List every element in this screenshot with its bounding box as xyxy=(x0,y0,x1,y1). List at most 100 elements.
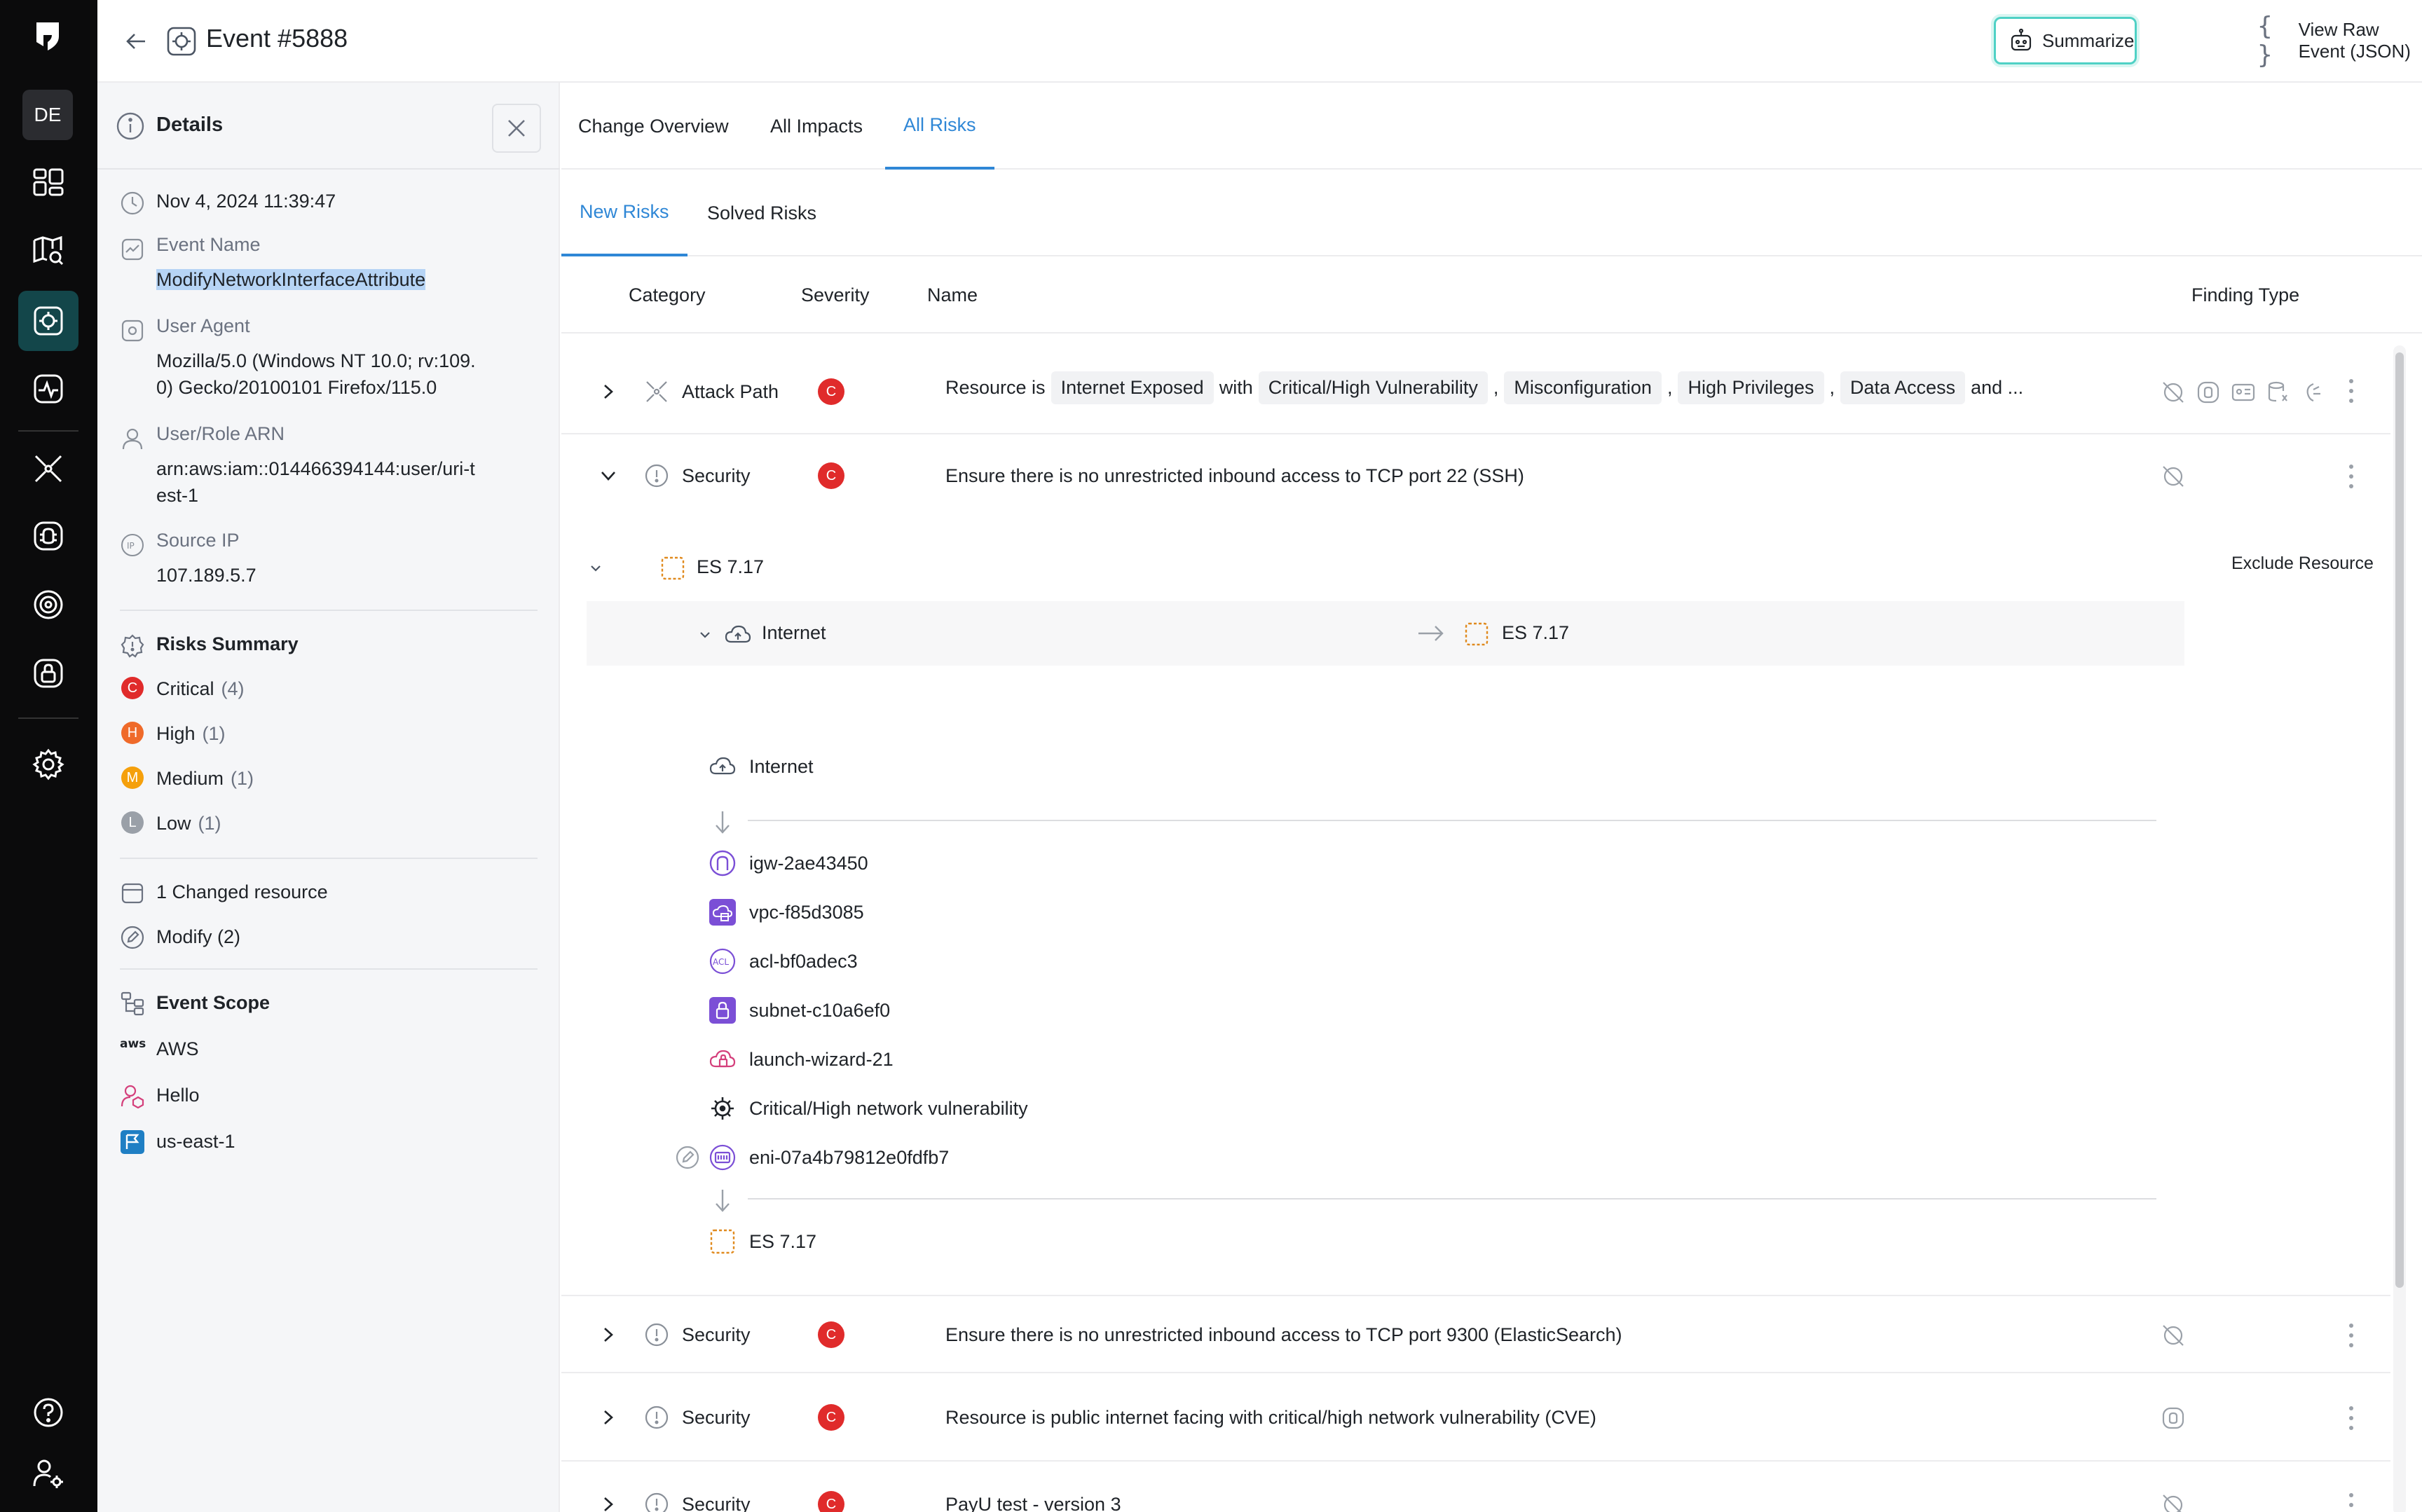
critical-badge: C xyxy=(121,677,144,699)
chevron-right-icon[interactable] xyxy=(598,1407,619,1428)
table-row[interactable]: Security C Resource is public internet f… xyxy=(561,1373,2390,1462)
expanded-risk-detail: ES 7.17 Exclude Resource Internet ES 7.1… xyxy=(561,524,2390,1296)
col-finding-type[interactable]: Finding Type xyxy=(2191,284,2299,306)
internet-gateway-icon xyxy=(709,850,736,877)
activity-nav-icon[interactable] xyxy=(18,359,78,419)
misconfig-icon xyxy=(2163,466,2184,487)
scope-region: us-east-1 xyxy=(156,1131,235,1152)
expanded-resource-name[interactable]: ES 7.17 xyxy=(697,556,764,578)
tab-change-overview[interactable]: Change Overview xyxy=(578,83,729,170)
summarize-label: Summarize xyxy=(2042,29,2135,51)
path-step[interactable]: ES 7.17 xyxy=(709,1228,816,1256)
row-name: Ensure there is no unrestricted inbound … xyxy=(945,465,1524,486)
view-raw-json-button[interactable]: { } View Raw Event (JSON) xyxy=(2257,12,2422,69)
path-step[interactable]: subnet-c10a6ef0 xyxy=(709,996,890,1024)
table-row[interactable]: Security C Ensure there is no unrestrict… xyxy=(561,1296,2390,1373)
settings-nav-icon[interactable] xyxy=(18,734,78,795)
row-category: Security xyxy=(682,1324,751,1345)
brand-logo-icon[interactable] xyxy=(31,18,66,53)
braces-icon: { } xyxy=(2257,12,2273,69)
row-name: PayU test - version 3 xyxy=(945,1494,1121,1512)
tab-solved-risks[interactable]: Solved Risks xyxy=(707,170,816,256)
user-agent-icon xyxy=(121,319,144,342)
lock-nav-icon[interactable] xyxy=(18,643,78,703)
table-row[interactable]: Security C PayU test - version 3 xyxy=(561,1462,2390,1512)
risk-badge-icon xyxy=(121,634,144,658)
arrow-right-icon xyxy=(1418,626,1444,641)
close-icon xyxy=(508,120,525,137)
path-step[interactable]: vpc-f85d3085 xyxy=(709,898,864,926)
account-icon xyxy=(121,1085,144,1108)
event-timestamp: Nov 4, 2024 11:39:47 xyxy=(156,191,336,212)
finding-type-icons xyxy=(2161,1406,2186,1431)
summarize-button[interactable]: Summarize xyxy=(1994,17,2137,64)
back-button[interactable] xyxy=(118,24,153,59)
warning-circle-icon xyxy=(645,464,669,488)
severity-critical-badge: C xyxy=(818,378,844,405)
tab-new-risks[interactable]: New Risks xyxy=(561,170,687,256)
chevron-right-icon[interactable] xyxy=(598,1494,619,1512)
details-title: Details xyxy=(156,114,224,136)
exclude-resource-button[interactable]: Exclude Resource xyxy=(2231,554,2374,574)
col-name[interactable]: Name xyxy=(927,284,978,306)
events-nav-icon[interactable] xyxy=(18,291,78,351)
shield-scan-nav-icon[interactable] xyxy=(18,575,78,635)
chip-internet-exposed: Internet Exposed xyxy=(1051,371,1214,404)
cloud-icon xyxy=(725,625,751,643)
chevron-right-icon[interactable] xyxy=(598,1324,619,1345)
row-menu-icon[interactable] xyxy=(2346,1321,2357,1349)
user-avatar[interactable]: DE xyxy=(22,90,73,140)
user-arn-line1: arn:aws:iam::014466394144:user/uri-t xyxy=(156,458,475,479)
chevron-down-icon[interactable] xyxy=(598,465,619,486)
path-step[interactable]: igw-2ae43450 xyxy=(709,849,868,877)
scrollbar-thumb[interactable] xyxy=(2395,352,2404,1288)
path-step[interactable]: launch-wizard-21 xyxy=(709,1045,894,1073)
table-row[interactable]: Security C Ensure there is no unrestrict… xyxy=(561,434,2390,524)
path-step[interactable]: Critical/High network vulnerability xyxy=(709,1094,1028,1122)
cloud-icon xyxy=(709,757,736,775)
warning-circle-icon xyxy=(645,1406,669,1429)
user-agent-label: User Agent xyxy=(156,315,250,336)
finding-type-icons xyxy=(2161,464,2186,489)
event-name-icon xyxy=(121,238,144,261)
row-menu-icon[interactable] xyxy=(2346,1404,2357,1432)
box-icon xyxy=(121,883,144,904)
svg-text:ACL: ACL xyxy=(713,957,729,967)
identity-icon xyxy=(2231,383,2255,401)
chevron-right-icon[interactable] xyxy=(598,381,619,402)
attack-path-nav-icon[interactable] xyxy=(18,439,78,499)
attack-path-icon xyxy=(646,381,667,402)
row-menu-icon[interactable] xyxy=(2346,1491,2357,1512)
chip-vulnerability: Critical/High Vulnerability xyxy=(1258,371,1488,404)
row-name: Resource is public internet facing with … xyxy=(945,1407,1596,1428)
user-settings-nav-icon[interactable] xyxy=(18,1443,78,1504)
vulnerability-nav-icon[interactable] xyxy=(18,506,78,566)
attack-path-bar[interactable]: Internet ES 7.17 xyxy=(587,601,2184,666)
event-name-value: ModifyNetworkInterfaceAttribute xyxy=(156,269,426,290)
row-category: Attack Path xyxy=(682,381,779,402)
path-step[interactable]: eni-07a4b79812e0fdfb7 xyxy=(709,1143,949,1171)
critical-count: (4) xyxy=(221,678,245,699)
col-severity[interactable]: Severity xyxy=(801,284,870,306)
help-nav-icon[interactable] xyxy=(18,1382,78,1443)
row-menu-icon[interactable] xyxy=(2346,462,2357,490)
row-menu-icon[interactable] xyxy=(2346,377,2357,405)
dashboard-nav-icon[interactable] xyxy=(18,152,78,212)
map-search-nav-icon[interactable] xyxy=(18,220,78,280)
low-count: (1) xyxy=(198,813,221,834)
table-row[interactable]: Attack Path C Resource is Internet Expose… xyxy=(561,349,2390,434)
tab-all-impacts[interactable]: All Impacts xyxy=(770,83,863,170)
col-category[interactable]: Category xyxy=(629,284,706,306)
risks-table-header: Category Severity Name Finding Type xyxy=(561,256,2422,334)
chevron-down-icon[interactable] xyxy=(697,627,713,642)
chip-misconfiguration: Misconfiguration xyxy=(1504,371,1662,404)
tab-all-risks[interactable]: All Risks xyxy=(885,83,994,170)
path-step[interactable]: Internet xyxy=(709,752,814,781)
row-category: Security xyxy=(682,1494,751,1512)
path-to: ES 7.17 xyxy=(1502,622,1570,643)
chevron-down-icon[interactable] xyxy=(588,561,603,576)
path-step[interactable]: ACL acl-bf0adec3 xyxy=(709,947,858,975)
aws-logo-icon: aws xyxy=(120,1037,146,1051)
close-details-button[interactable] xyxy=(492,104,541,153)
info-icon xyxy=(116,112,144,140)
